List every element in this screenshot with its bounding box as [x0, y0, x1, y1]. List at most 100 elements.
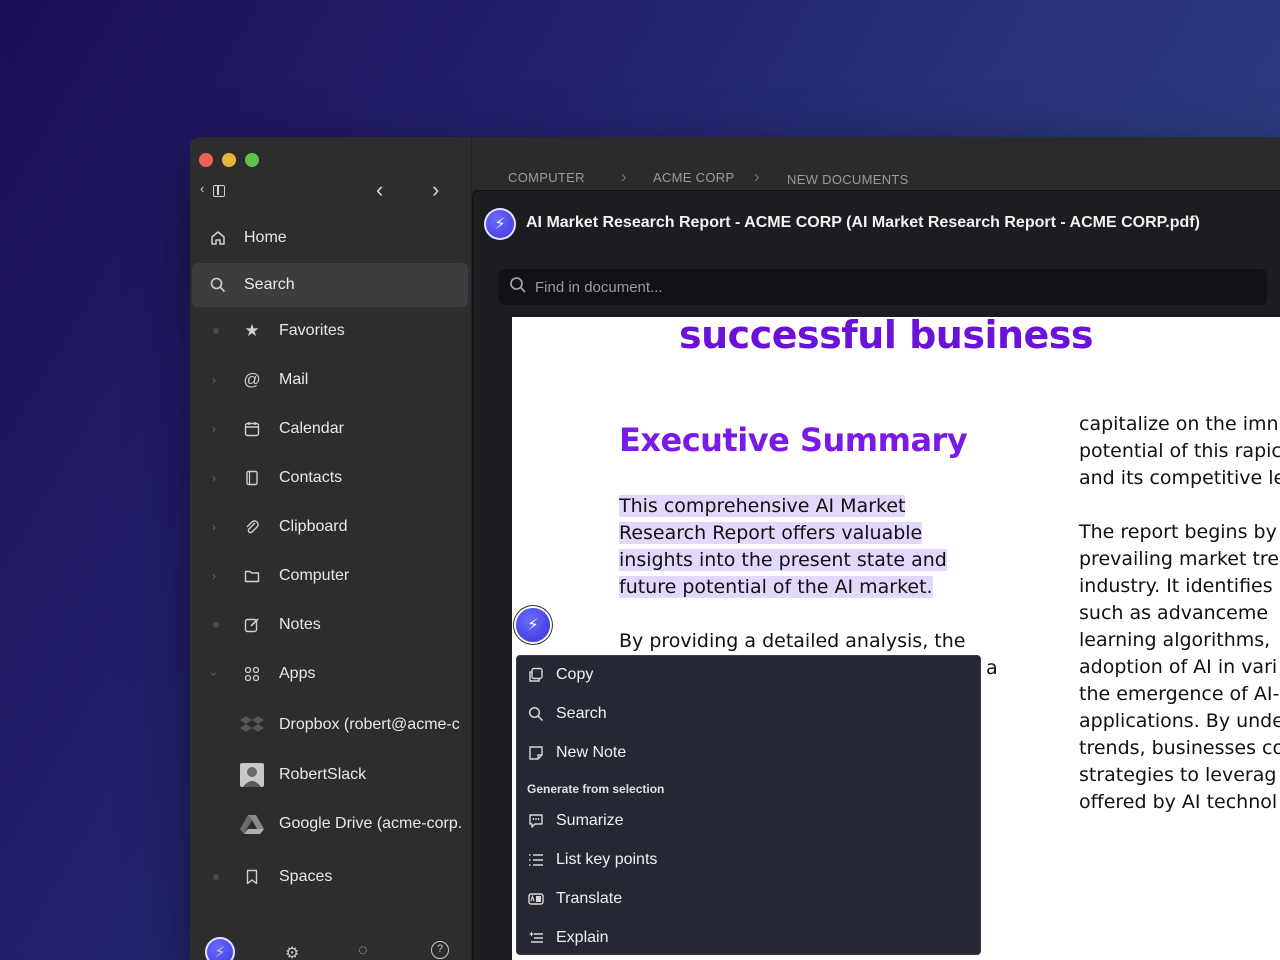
sidebar-item-label: Search	[244, 276, 295, 293]
context-menu: Copy Search New Note Generate from selec…	[516, 655, 981, 955]
sidebar-item-label: Clipboard	[279, 518, 348, 535]
assistant-bolt-icon[interactable]: ⚡	[484, 208, 516, 240]
bullet-dot	[213, 328, 219, 334]
page-headline: successful business	[679, 313, 1094, 357]
selected-paragraph[interactable]: This comprehensive AI Market Research Re…	[619, 493, 999, 601]
sidebar-item-favorites[interactable]: ★ Favorites	[192, 309, 468, 353]
help-icon[interactable]: ?	[431, 941, 449, 959]
summarize-icon	[527, 812, 545, 830]
chevron-right-icon: ›	[754, 167, 760, 186]
explain-icon	[527, 929, 545, 947]
sidebar-item-label: Spaces	[279, 868, 333, 885]
menu-item-label: Sumarize	[556, 812, 624, 829]
close-window-button[interactable]	[199, 153, 213, 167]
sidebar-item-contacts[interactable]: › Contacts	[192, 456, 468, 500]
paperclip-icon	[242, 517, 262, 537]
column-text: The report begins by prevailing market t…	[1079, 521, 1280, 813]
paragraph-line: future potential of the AI market.	[619, 576, 933, 598]
back-arrow-icon[interactable]: ‹	[376, 177, 383, 203]
section-heading: Executive Summary	[619, 421, 968, 459]
chevron-right-icon[interactable]: ›	[212, 471, 216, 485]
chevron-down-icon[interactable]: ›	[207, 672, 221, 676]
note-icon	[527, 744, 545, 762]
menu-item-label: List key points	[556, 851, 658, 868]
assistant-bolt-icon[interactable]: ⚡	[205, 937, 235, 960]
chevron-right-icon: ›	[621, 167, 627, 186]
paragraph-text: By providing a detailed analysis, the	[619, 630, 966, 652]
loading-spinner-icon[interactable]: ◌	[358, 942, 368, 960]
sidebar-item-spaces[interactable]: Spaces	[192, 855, 468, 899]
search-icon	[527, 705, 545, 723]
breadcrumb-item-new-documents[interactable]: NEW DOCUMENTS	[787, 172, 909, 187]
minimize-window-button[interactable]	[222, 153, 236, 167]
sidebar-item-robertslack[interactable]: RobertSlack	[192, 753, 468, 797]
sidebar-item-label: Contacts	[279, 469, 343, 486]
sidebar-item-google-drive[interactable]: Google Drive (acme-corp.	[192, 802, 468, 846]
menu-item-label: New Note	[556, 744, 627, 761]
sidebar-toggle-icon[interactable]: ‹	[200, 181, 228, 199]
sidebar-item-search[interactable]: Search	[192, 263, 468, 307]
contacts-icon	[242, 468, 262, 488]
sidebar-item-label: Favorites	[279, 322, 345, 339]
sidebar-item-home[interactable]: Home	[192, 216, 468, 260]
menu-item-new-note[interactable]: New Note	[517, 736, 980, 770]
paragraph-line: This comprehensive AI Market	[619, 495, 906, 517]
zoom-window-button[interactable]	[245, 153, 259, 167]
star-icon: ★	[244, 321, 260, 340]
settings-gear-icon[interactable]: ⚙	[285, 943, 299, 960]
selection-assistant-bolt-icon[interactable]: ⚡	[516, 608, 550, 642]
menu-item-copy[interactable]: Copy	[517, 658, 980, 692]
edit-icon	[242, 615, 262, 635]
paragraph-line: insights into the present state and	[619, 549, 947, 571]
sidebar-item-label: Computer	[279, 567, 350, 584]
sidebar-item-label: Google Drive (acme-corp.	[279, 815, 463, 832]
copy-icon	[527, 666, 545, 684]
at-icon: @	[243, 370, 261, 389]
home-icon	[208, 228, 228, 248]
sidebar: ‹ ‹ › Home Search ★ Favorites › @ Mail ›…	[190, 137, 472, 960]
bullet-dot	[213, 874, 219, 880]
sidebar-item-computer[interactable]: › Computer	[192, 554, 468, 598]
sidebar-footer: ⚡ ⚙ ◌ ?	[190, 937, 472, 960]
breadcrumb-item-acme-corp[interactable]: ACME CORP	[653, 170, 734, 185]
chevron-right-icon[interactable]: ›	[212, 373, 216, 387]
column-text: capitalize on the imn potential of this …	[1079, 413, 1280, 489]
breadcrumb-item-computer[interactable]: COMPUTER	[508, 170, 585, 185]
sidebar-item-label: Dropbox (robert@acme-c	[279, 716, 460, 733]
sidebar-item-label: RobertSlack	[279, 766, 367, 783]
translate-icon	[527, 890, 545, 908]
menu-item-label: Explain	[556, 929, 609, 946]
chevron-right-icon[interactable]: ›	[212, 520, 216, 534]
chevron-right-icon[interactable]: ›	[212, 569, 216, 583]
chevron-right-icon[interactable]: ›	[212, 422, 216, 436]
sidebar-item-apps[interactable]: › Apps	[192, 652, 468, 696]
sidebar-item-label: Notes	[279, 616, 321, 633]
sidebar-item-calendar[interactable]: › Calendar	[192, 407, 468, 451]
menu-item-translate[interactable]: Translate	[517, 882, 980, 916]
apps-icon	[242, 664, 262, 684]
menu-item-summarize[interactable]: Sumarize	[517, 804, 980, 838]
sidebar-item-label: Apps	[279, 665, 316, 682]
sidebar-item-dropbox[interactable]: Dropbox (robert@acme-c	[192, 703, 468, 747]
sidebar-item-label: Calendar	[279, 420, 344, 437]
menu-section-label: Generate from selection	[527, 782, 665, 796]
sidebar-item-label: Home	[244, 229, 287, 246]
search-icon	[208, 275, 228, 295]
menu-item-explain[interactable]: Explain	[517, 921, 980, 955]
sidebar-item-notes[interactable]: Notes	[192, 603, 468, 647]
find-in-document-bar[interactable]	[499, 269, 1267, 305]
folder-icon	[242, 566, 262, 586]
paragraph-text: a	[986, 657, 998, 679]
menu-item-search[interactable]: Search	[517, 697, 980, 731]
sidebar-item-clipboard[interactable]: › Clipboard	[192, 505, 468, 549]
avatar	[240, 763, 264, 787]
menu-item-label: Search	[556, 705, 607, 722]
find-in-document-input[interactable]	[535, 278, 1135, 296]
forward-arrow-icon[interactable]: ›	[432, 177, 439, 203]
menu-item-label: Copy	[556, 666, 594, 683]
sidebar-item-mail[interactable]: › @ Mail	[192, 358, 468, 402]
menu-item-list-key-points[interactable]: List key points	[517, 843, 980, 877]
dropbox-icon	[240, 715, 264, 735]
sidebar-item-label: Mail	[279, 371, 309, 388]
calendar-icon	[242, 419, 262, 439]
